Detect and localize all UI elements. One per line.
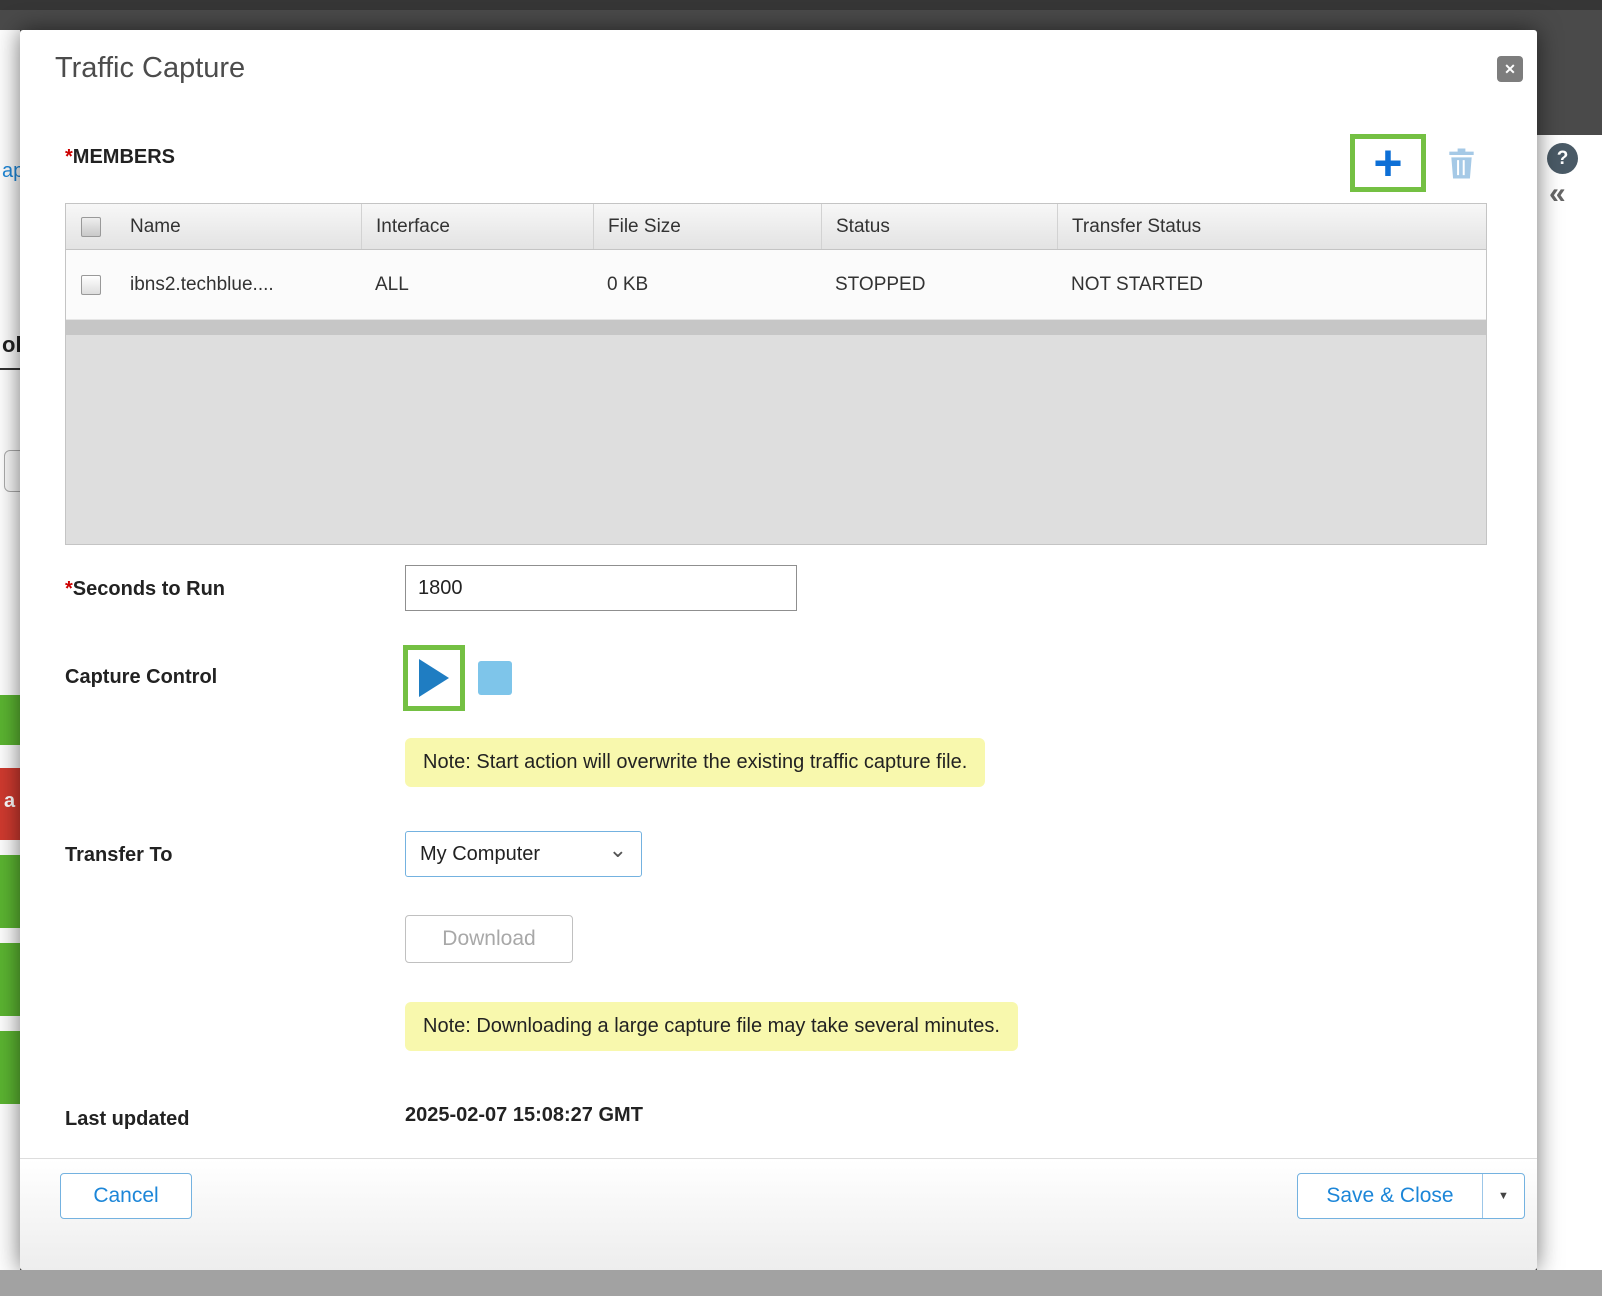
select-all-checkbox[interactable] — [81, 217, 101, 237]
chevron-down-icon: ⌄ — [609, 828, 627, 872]
help-icon[interactable]: ? — [1547, 143, 1578, 174]
background-page-strip: ap ol a — [0, 30, 20, 1270]
last-updated-value: 2025-02-07 15:08:27 GMT — [405, 1104, 643, 1127]
row-checkbox[interactable] — [81, 275, 101, 295]
close-icon[interactable]: ✕ — [1497, 56, 1523, 82]
horizontal-scrollbar[interactable] — [66, 320, 1486, 335]
members-table: Name Interface File Size Status Transfer… — [65, 203, 1487, 545]
add-member-button[interactable]: + — [1373, 141, 1402, 186]
background-link-fragment: ap — [2, 160, 20, 183]
background-green-bar — [0, 1031, 20, 1104]
background-green-bar — [0, 855, 20, 928]
trash-icon — [1448, 148, 1475, 179]
cell-transfer-status: NOT STARTED — [1057, 250, 1486, 320]
background-tab-underline — [0, 368, 20, 370]
members-section-label: *MEMBERS — [65, 146, 175, 169]
save-close-button[interactable]: Save & Close ▼ — [1297, 1173, 1525, 1219]
transfer-to-label: Transfer To — [65, 844, 172, 867]
seconds-to-run-label: *Seconds to Run — [65, 578, 225, 601]
members-table-header: Name Interface File Size Status Transfer… — [66, 204, 1486, 250]
play-icon[interactable] — [419, 659, 449, 697]
download-button[interactable]: Download — [405, 915, 573, 963]
bottom-strip — [0, 1270, 1602, 1296]
column-header-file-size[interactable]: File Size — [593, 204, 821, 249]
save-close-label: Save & Close — [1298, 1174, 1482, 1218]
column-header-status[interactable]: Status — [821, 204, 1057, 249]
transfer-to-select[interactable]: My Computer ⌄ — [405, 831, 642, 877]
traffic-capture-dialog: Traffic Capture ✕ *MEMBERS + Name Interf… — [20, 30, 1537, 1270]
collapse-panel-icon[interactable]: « — [1549, 177, 1566, 211]
seconds-to-run-input[interactable] — [405, 565, 797, 611]
delete-member-button[interactable] — [1448, 148, 1475, 184]
cell-status: STOPPED — [821, 250, 1057, 320]
column-header-transfer-status[interactable]: Transfer Status — [1057, 204, 1486, 249]
capture-control-label: Capture Control — [65, 666, 217, 689]
required-asterisk: * — [65, 146, 73, 168]
required-asterisk: * — [65, 578, 73, 600]
background-green-bar — [0, 943, 20, 1016]
annotation-highlight-play — [403, 645, 465, 711]
cancel-button[interactable]: Cancel — [60, 1173, 192, 1219]
table-row[interactable]: ibns2.techblue.... ALL 0 KB STOPPED NOT … — [66, 250, 1486, 320]
members-label-text: MEMBERS — [73, 146, 175, 168]
seconds-to-run-label-text: Seconds to Run — [73, 578, 225, 600]
background-tab-fragment: ol — [2, 332, 20, 358]
cell-name: ibns2.techblue.... — [116, 250, 361, 320]
dialog-footer: Cancel Save & Close ▼ — [20, 1158, 1537, 1270]
annotation-highlight-add: + — [1350, 134, 1426, 192]
cell-file-size: 0 KB — [593, 250, 821, 320]
background-button-fragment — [4, 450, 20, 492]
background-green-bar — [0, 695, 20, 745]
start-note: Note: Start action will overwrite the ex… — [405, 738, 985, 787]
browser-top-strip — [0, 0, 1602, 10]
stop-icon[interactable] — [478, 661, 512, 695]
help-side-panel: ? « — [1537, 135, 1602, 1270]
cell-interface: ALL — [361, 250, 593, 320]
save-close-caret-icon[interactable]: ▼ — [1482, 1174, 1524, 1218]
dialog-title: Traffic Capture — [55, 52, 245, 85]
download-note: Note: Downloading a large capture file m… — [405, 1002, 1018, 1051]
transfer-to-value: My Computer — [420, 843, 540, 865]
last-updated-label: Last updated — [65, 1108, 189, 1131]
column-header-interface[interactable]: Interface — [361, 204, 593, 249]
column-header-name[interactable]: Name — [116, 204, 361, 249]
screen: ap ol a ? « Traffic Capture ✕ *MEMBERS + — [0, 0, 1602, 1296]
background-red-badge: a — [0, 768, 20, 840]
